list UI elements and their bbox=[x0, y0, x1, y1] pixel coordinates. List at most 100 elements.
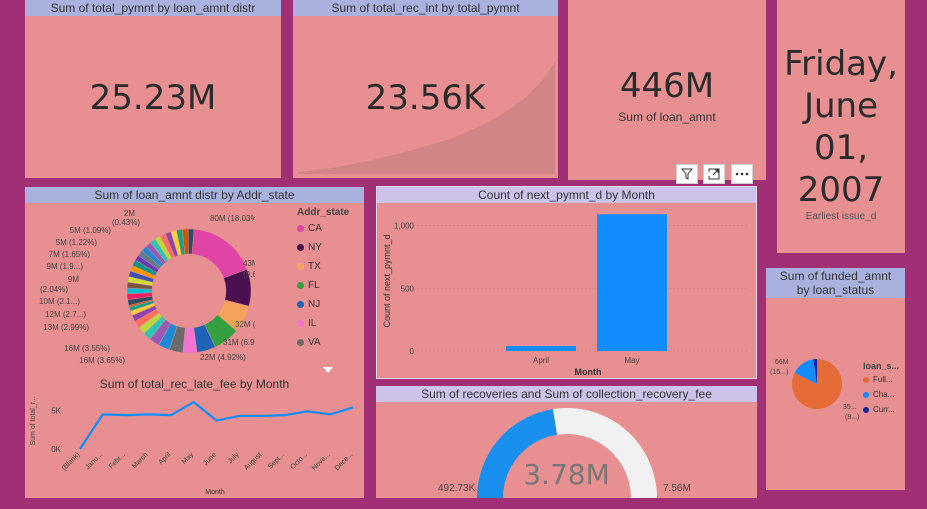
legend-marker bbox=[863, 406, 869, 413]
next-pymnt-bar-chart[interactable]: Count of next_pymnt_d 0 500 1,000 April May Mo… bbox=[377, 203, 756, 378]
line-chart-title: Sum of total_rec_late_fee by Month bbox=[99, 377, 290, 391]
card-label: Earliest issue_d bbox=[805, 211, 877, 222]
x-tick-label: (Blank) bbox=[61, 451, 82, 472]
report-canvas: { "card1": { "title": "Sum of total_pymn… bbox=[0, 0, 927, 509]
bar-may[interactable] bbox=[597, 214, 667, 351]
x-tick-label: May bbox=[624, 356, 639, 365]
legend-marker bbox=[297, 224, 304, 232]
more-options-icon[interactable] bbox=[731, 164, 753, 184]
legend-item-va[interactable]: VA bbox=[297, 337, 321, 348]
addr-state-visual[interactable]: Sum of loan_amnt distr by Addr_state 2M (… bbox=[25, 187, 364, 498]
donut-data-label: 43M bbox=[243, 259, 255, 268]
total-rec-int-card[interactable]: Sum of total_rec_int by total_pymnt 23.5… bbox=[293, 0, 558, 178]
earliest-issue-card[interactable]: Friday, June 01, 2007 Earliest issue_d bbox=[777, 0, 905, 253]
card-title: Sum of loan_amnt distr by Addr_state bbox=[25, 187, 364, 203]
chevron-down-icon[interactable] bbox=[323, 367, 333, 373]
legend-item[interactable]: Full... bbox=[863, 375, 893, 384]
x-tick-label: July bbox=[227, 451, 241, 465]
card-title: Count of next_pymnt_d by Month bbox=[377, 187, 756, 203]
donut-data-label: 32M (7.16%) bbox=[235, 320, 255, 329]
legend-item-ny[interactable]: NY bbox=[297, 242, 322, 253]
legend-label: Cha... bbox=[873, 390, 895, 399]
legend-item-tx[interactable]: TX bbox=[297, 261, 321, 272]
legend-item[interactable]: Cha... bbox=[863, 390, 894, 399]
legend-marker bbox=[297, 319, 304, 327]
filter-icon[interactable] bbox=[676, 164, 698, 184]
next-pymnt-visual[interactable]: Count of next_pymnt_d by Month Count of … bbox=[376, 186, 757, 379]
card-title: Sum of funded_amnt by loan_status bbox=[766, 268, 905, 298]
card-value: 446M bbox=[619, 66, 715, 106]
donut-data-label: 10M (2.1...) bbox=[39, 297, 80, 306]
card-title: Sum of total_pymnt by loan_amnt distr bbox=[25, 0, 281, 16]
donut-data-label: 9M bbox=[68, 275, 79, 284]
donut-legend: Addr_state CA NY TX FL NJ IL VA bbox=[297, 207, 363, 367]
donut-data-label: 22M (4.92%) bbox=[200, 353, 246, 362]
legend-marker bbox=[863, 376, 869, 383]
y-tick-label: 1,000 bbox=[394, 222, 415, 231]
donut-data-label: 2M bbox=[124, 209, 135, 218]
donut-data-label: 9M (1.9...) bbox=[47, 262, 84, 271]
x-tick-label: April bbox=[158, 451, 173, 466]
y-tick-label: 0K bbox=[51, 445, 61, 454]
card-title: Sum of recoveries and Sum of collection_… bbox=[376, 386, 757, 402]
x-tick-label: March bbox=[131, 451, 150, 470]
y-axis-title: Count of next_pymnt_d bbox=[382, 234, 392, 327]
donut-data-label: 5M (1.22%) bbox=[56, 238, 98, 247]
gauge-max: 7.56M bbox=[663, 483, 691, 494]
legend-marker bbox=[863, 391, 869, 398]
x-tick-label: Janu... bbox=[84, 451, 104, 471]
y-axis-title: Sum of total_r... bbox=[30, 396, 37, 445]
date-line-2: June bbox=[803, 86, 879, 126]
legend-label: Curr... bbox=[873, 405, 895, 414]
donut-slice[interactable] bbox=[191, 228, 248, 279]
legend-marker bbox=[297, 243, 304, 251]
x-axis-title: Month bbox=[575, 367, 602, 377]
loan-amnt-card[interactable]: 446M Sum of loan_amnt bbox=[568, 0, 766, 180]
legend-marker bbox=[297, 300, 304, 308]
x-tick-label: Sept... bbox=[267, 451, 286, 470]
donut-data-label: 16M (3.65%) bbox=[79, 356, 125, 365]
donut-data-label: (9.64%) bbox=[243, 270, 255, 279]
legend-item[interactable]: Curr... bbox=[863, 405, 895, 414]
date-line-3: 01, bbox=[813, 128, 869, 168]
x-tick-label: May bbox=[181, 451, 196, 466]
legend-title: Addr_state bbox=[297, 207, 350, 218]
late-fee-line-chart[interactable]: Sum of total_r... 0K 5K (Blank) Janu... Febr.… bbox=[25, 393, 364, 498]
legend-label: NJ bbox=[308, 299, 321, 310]
donut-data-label: 5M (1.09%) bbox=[70, 226, 112, 235]
y-tick-label: 500 bbox=[401, 284, 415, 293]
gauge-min: 492.73K bbox=[438, 483, 476, 494]
donut-chart[interactable]: 2M(0.43%)5M (1.09%) 5M (1.22%) 7M (1.65%) 9… bbox=[25, 203, 255, 373]
total-pymnt-card[interactable]: Sum of total_pymnt by loan_amnt distr 25… bbox=[25, 0, 281, 178]
legend-label: VA bbox=[308, 337, 321, 348]
x-tick-label: August bbox=[243, 451, 263, 471]
x-axis-title: Month bbox=[205, 489, 225, 496]
legend-marker bbox=[297, 338, 304, 346]
y-tick-label: 5K bbox=[51, 407, 61, 416]
recoveries-visual[interactable]: Sum of recoveries and Sum of collection_… bbox=[376, 386, 757, 498]
legend-marker bbox=[297, 281, 304, 289]
donut-data-label: 16M (3.55%) bbox=[64, 344, 110, 353]
card-label: Sum of loan_amnt bbox=[618, 110, 716, 124]
late-fee-line[interactable] bbox=[79, 400, 354, 450]
legend-label: TX bbox=[308, 261, 321, 272]
x-tick-label: April bbox=[533, 356, 549, 365]
legend-label: CA bbox=[308, 223, 322, 234]
x-tick-label: June bbox=[202, 451, 218, 467]
legend-item-fl[interactable]: FL bbox=[297, 280, 320, 291]
focus-mode-icon[interactable] bbox=[703, 164, 725, 184]
x-tick-label: Febr... bbox=[108, 451, 127, 470]
card-value: 23.56K bbox=[365, 78, 486, 118]
y-tick-label: 0 bbox=[410, 347, 415, 356]
legend-title: loan_s... bbox=[863, 361, 900, 371]
donut-data-label: 7M (1.65%) bbox=[49, 250, 91, 259]
pie-data-label: (15...) bbox=[770, 369, 788, 376]
legend-marker bbox=[297, 262, 304, 270]
status-legend: loan_s... Full... Cha... Curr... bbox=[863, 361, 905, 431]
loan-status-visual[interactable]: Sum of funded_amnt by loan_status 66M (15… bbox=[766, 268, 905, 490]
legend-label: IL bbox=[308, 318, 317, 329]
legend-item-il[interactable]: IL bbox=[297, 318, 316, 329]
bar-april[interactable] bbox=[506, 345, 576, 351]
legend-item-nj[interactable]: NJ bbox=[297, 299, 320, 310]
legend-item-ca[interactable]: CA bbox=[297, 223, 322, 234]
